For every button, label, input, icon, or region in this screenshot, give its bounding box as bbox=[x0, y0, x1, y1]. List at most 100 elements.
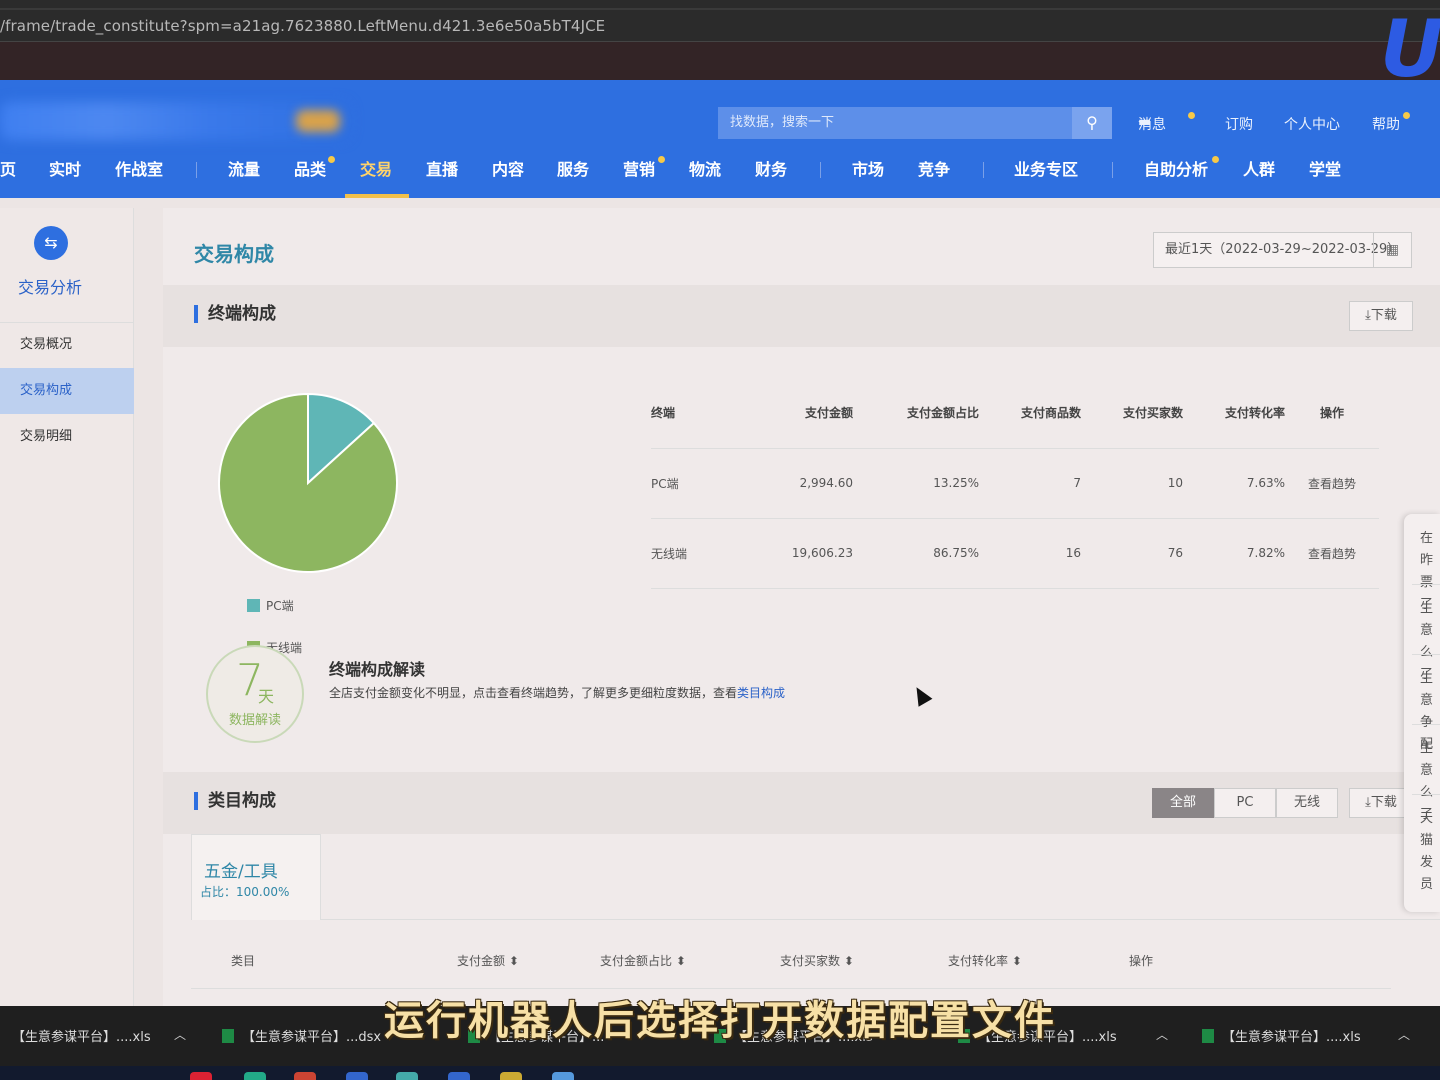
search-button[interactable]: ⚲ bbox=[1072, 107, 1112, 139]
sort-buyers[interactable]: 支付买家数 ⬍ bbox=[780, 952, 854, 969]
app-icon[interactable] bbox=[448, 1072, 470, 1080]
category-tab-share: 占比：100.00% bbox=[200, 885, 290, 899]
app-icon[interactable] bbox=[500, 1072, 522, 1080]
calendar-icon[interactable]: ▦ bbox=[1373, 233, 1411, 267]
category-composition-link[interactable]: 类目构成 bbox=[737, 686, 785, 700]
page-body: ⇆ 交易分析 交易概况 交易构成 交易明细 交易构成 最近1天（2022-03-… bbox=[0, 198, 1440, 1006]
pie-svg bbox=[218, 392, 398, 573]
nav-logistics[interactable]: 物流 bbox=[689, 158, 721, 198]
notification-dot bbox=[1212, 156, 1219, 163]
terminal-download-button[interactable]: ⤓下载 bbox=[1349, 301, 1413, 331]
sidebar-title: 交易分析 bbox=[18, 278, 83, 297]
cell-buyers: 10 bbox=[1081, 448, 1183, 519]
subscribe-link[interactable]: 订购 bbox=[1225, 114, 1253, 134]
system-tray bbox=[0, 1066, 1440, 1080]
app-icon[interactable] bbox=[244, 1072, 266, 1080]
filter-all-button[interactable]: 全部 bbox=[1152, 788, 1214, 818]
col-pay-share: 支付金额占比 bbox=[853, 378, 979, 449]
nav-business-zone[interactable]: 业务专区 bbox=[1014, 158, 1078, 198]
table-header-row: 终端 支付金额 支付金额占比 支付商品数 支付买家数 支付转化率 操作 bbox=[651, 378, 1379, 449]
page-title: 交易构成 bbox=[194, 242, 274, 266]
notification-dot bbox=[1403, 112, 1410, 119]
divider bbox=[1412, 724, 1440, 725]
sort-pay-amount[interactable]: 支付金额 ⬍ bbox=[457, 952, 519, 969]
url-text[interactable]: /frame/trade_constitute?spm=a21ag.762388… bbox=[0, 17, 605, 35]
app-icon[interactable] bbox=[552, 1072, 574, 1080]
view-trend-link[interactable]: 查看趋势 bbox=[1285, 518, 1379, 589]
filter-pc-button[interactable]: PC bbox=[1214, 788, 1276, 818]
badge-label: 数据解读 bbox=[228, 713, 281, 728]
category-section-title: 类目构成 bbox=[194, 792, 276, 810]
cell-items: 16 bbox=[979, 518, 1081, 589]
nav-service[interactable]: 服务 bbox=[557, 158, 589, 198]
floating-help-panel[interactable]: 在昨 票了 生意 么了 生意 争配 生意 么了 天猫 发员 bbox=[1404, 514, 1440, 912]
site-header: 找数据，搜索一下 ⚲ ▬ 消息 订购 个人中心 帮助 页 实时 作战室 流量 品… bbox=[0, 80, 1440, 198]
app-icon[interactable] bbox=[396, 1072, 418, 1080]
col-action: 操作 bbox=[1285, 378, 1379, 449]
nav-finance[interactable]: 财务 bbox=[755, 158, 787, 198]
col-terminal: 终端 bbox=[651, 378, 761, 449]
nav-competition[interactable]: 竞争 bbox=[918, 158, 950, 198]
col-buyers: 支付买家数 bbox=[1081, 378, 1183, 449]
sort-conversion[interactable]: 支付转化率 ⬍ bbox=[948, 952, 1022, 969]
category-tab[interactable]: 五金/工具 占比：100.00% bbox=[191, 834, 321, 920]
date-range-picker[interactable]: 最近1天（2022-03-29~2022-03-29） ▦ bbox=[1153, 232, 1412, 268]
nav-separator bbox=[983, 162, 984, 178]
cell-conversion: 7.63% bbox=[1183, 448, 1285, 519]
seven-day-insight-badge: 7 天 数据解读 bbox=[206, 645, 304, 743]
nav-live[interactable]: 直播 bbox=[426, 158, 458, 198]
sidebar-item-composition[interactable]: 交易构成 bbox=[0, 368, 134, 414]
divider bbox=[321, 919, 1440, 920]
terminal-pie-chart bbox=[218, 392, 398, 573]
terminal-table: 终端 支付金额 支付金额占比 支付商品数 支付买家数 支付转化率 操作 PC端 … bbox=[651, 378, 1379, 589]
notification-dot bbox=[328, 156, 335, 163]
nav-home[interactable]: 页 bbox=[0, 158, 16, 198]
app-icon[interactable] bbox=[190, 1072, 212, 1080]
table-row: 无线端 19,606.23 86.75% 16 76 7.82% 查看趋势 bbox=[651, 518, 1379, 589]
cell-items: 7 bbox=[979, 448, 1081, 519]
legend-swatch-pc bbox=[247, 599, 260, 612]
notification-dot bbox=[1188, 112, 1195, 119]
notification-dot bbox=[658, 156, 665, 163]
filter-wireless-button[interactable]: 无线 bbox=[1276, 788, 1338, 818]
browser-address-bar[interactable]: /frame/trade_constitute?spm=a21ag.762388… bbox=[0, 0, 1440, 42]
nav-market[interactable]: 市场 bbox=[852, 158, 884, 198]
table-row: PC端 2,994.60 13.25% 7 10 7.63% 查看趋势 bbox=[651, 448, 1379, 519]
nav-trade[interactable]: 交易 bbox=[360, 158, 392, 198]
search-input[interactable]: 找数据，搜索一下 bbox=[718, 107, 1072, 139]
divider bbox=[1412, 654, 1440, 655]
cell-amount: 2,994.60 bbox=[761, 448, 853, 519]
browser-gap bbox=[0, 42, 1440, 80]
video-subtitle: 运行机器人后选择打开数据配置文件 bbox=[384, 998, 1056, 1044]
legend-pc[interactable]: PC端 bbox=[247, 597, 294, 614]
category-section-header: 类目构成 全部 PC 无线 ⤓下载 bbox=[163, 772, 1440, 834]
interpretation-text: 全店支付金额变化不明显，点击查看终端趋势，了解更多更细粒度数据，查看类目构成 bbox=[329, 686, 786, 700]
sort-pay-share[interactable]: 支付金额占比 ⬍ bbox=[600, 952, 686, 969]
nav-traffic[interactable]: 流量 bbox=[228, 158, 260, 198]
app-icon[interactable] bbox=[346, 1072, 368, 1080]
personal-center-link[interactable]: 个人中心 bbox=[1284, 114, 1340, 134]
sidebar: ⇆ 交易分析 交易概况 交易构成 交易明细 bbox=[0, 208, 134, 1006]
nav-warroom[interactable]: 作战室 bbox=[115, 158, 163, 198]
date-range-text: 最近1天（2022-03-29~2022-03-29） bbox=[1165, 242, 1401, 257]
nav-academy[interactable]: 学堂 bbox=[1309, 158, 1341, 198]
cell-terminal: 无线端 bbox=[651, 518, 761, 589]
nav-audience[interactable]: 人群 bbox=[1243, 158, 1275, 198]
panel-item[interactable]: 天猫 发员 bbox=[1420, 808, 1440, 896]
nav-separator bbox=[196, 162, 197, 178]
nav-marketing[interactable]: 营销 bbox=[623, 158, 655, 198]
trade-analysis-icon: ⇆ bbox=[34, 226, 68, 260]
sidebar-item-overview[interactable]: 交易概况 bbox=[0, 322, 134, 368]
nav-separator bbox=[1112, 162, 1113, 178]
nav-self-analysis[interactable]: 自助分析 bbox=[1144, 158, 1208, 198]
blurred-badge bbox=[296, 110, 340, 132]
sidebar-item-detail[interactable]: 交易明细 bbox=[0, 414, 134, 460]
nav-realtime[interactable]: 实时 bbox=[49, 158, 81, 198]
view-trend-link[interactable]: 查看趋势 bbox=[1285, 448, 1379, 519]
cell-amount: 19,606.23 bbox=[761, 518, 853, 589]
help-link[interactable]: 帮助 bbox=[1372, 114, 1400, 134]
nav-content[interactable]: 内容 bbox=[492, 158, 524, 198]
app-icon[interactable] bbox=[294, 1072, 316, 1080]
nav-category[interactable]: 品类 bbox=[294, 158, 326, 198]
divider bbox=[1412, 584, 1440, 585]
